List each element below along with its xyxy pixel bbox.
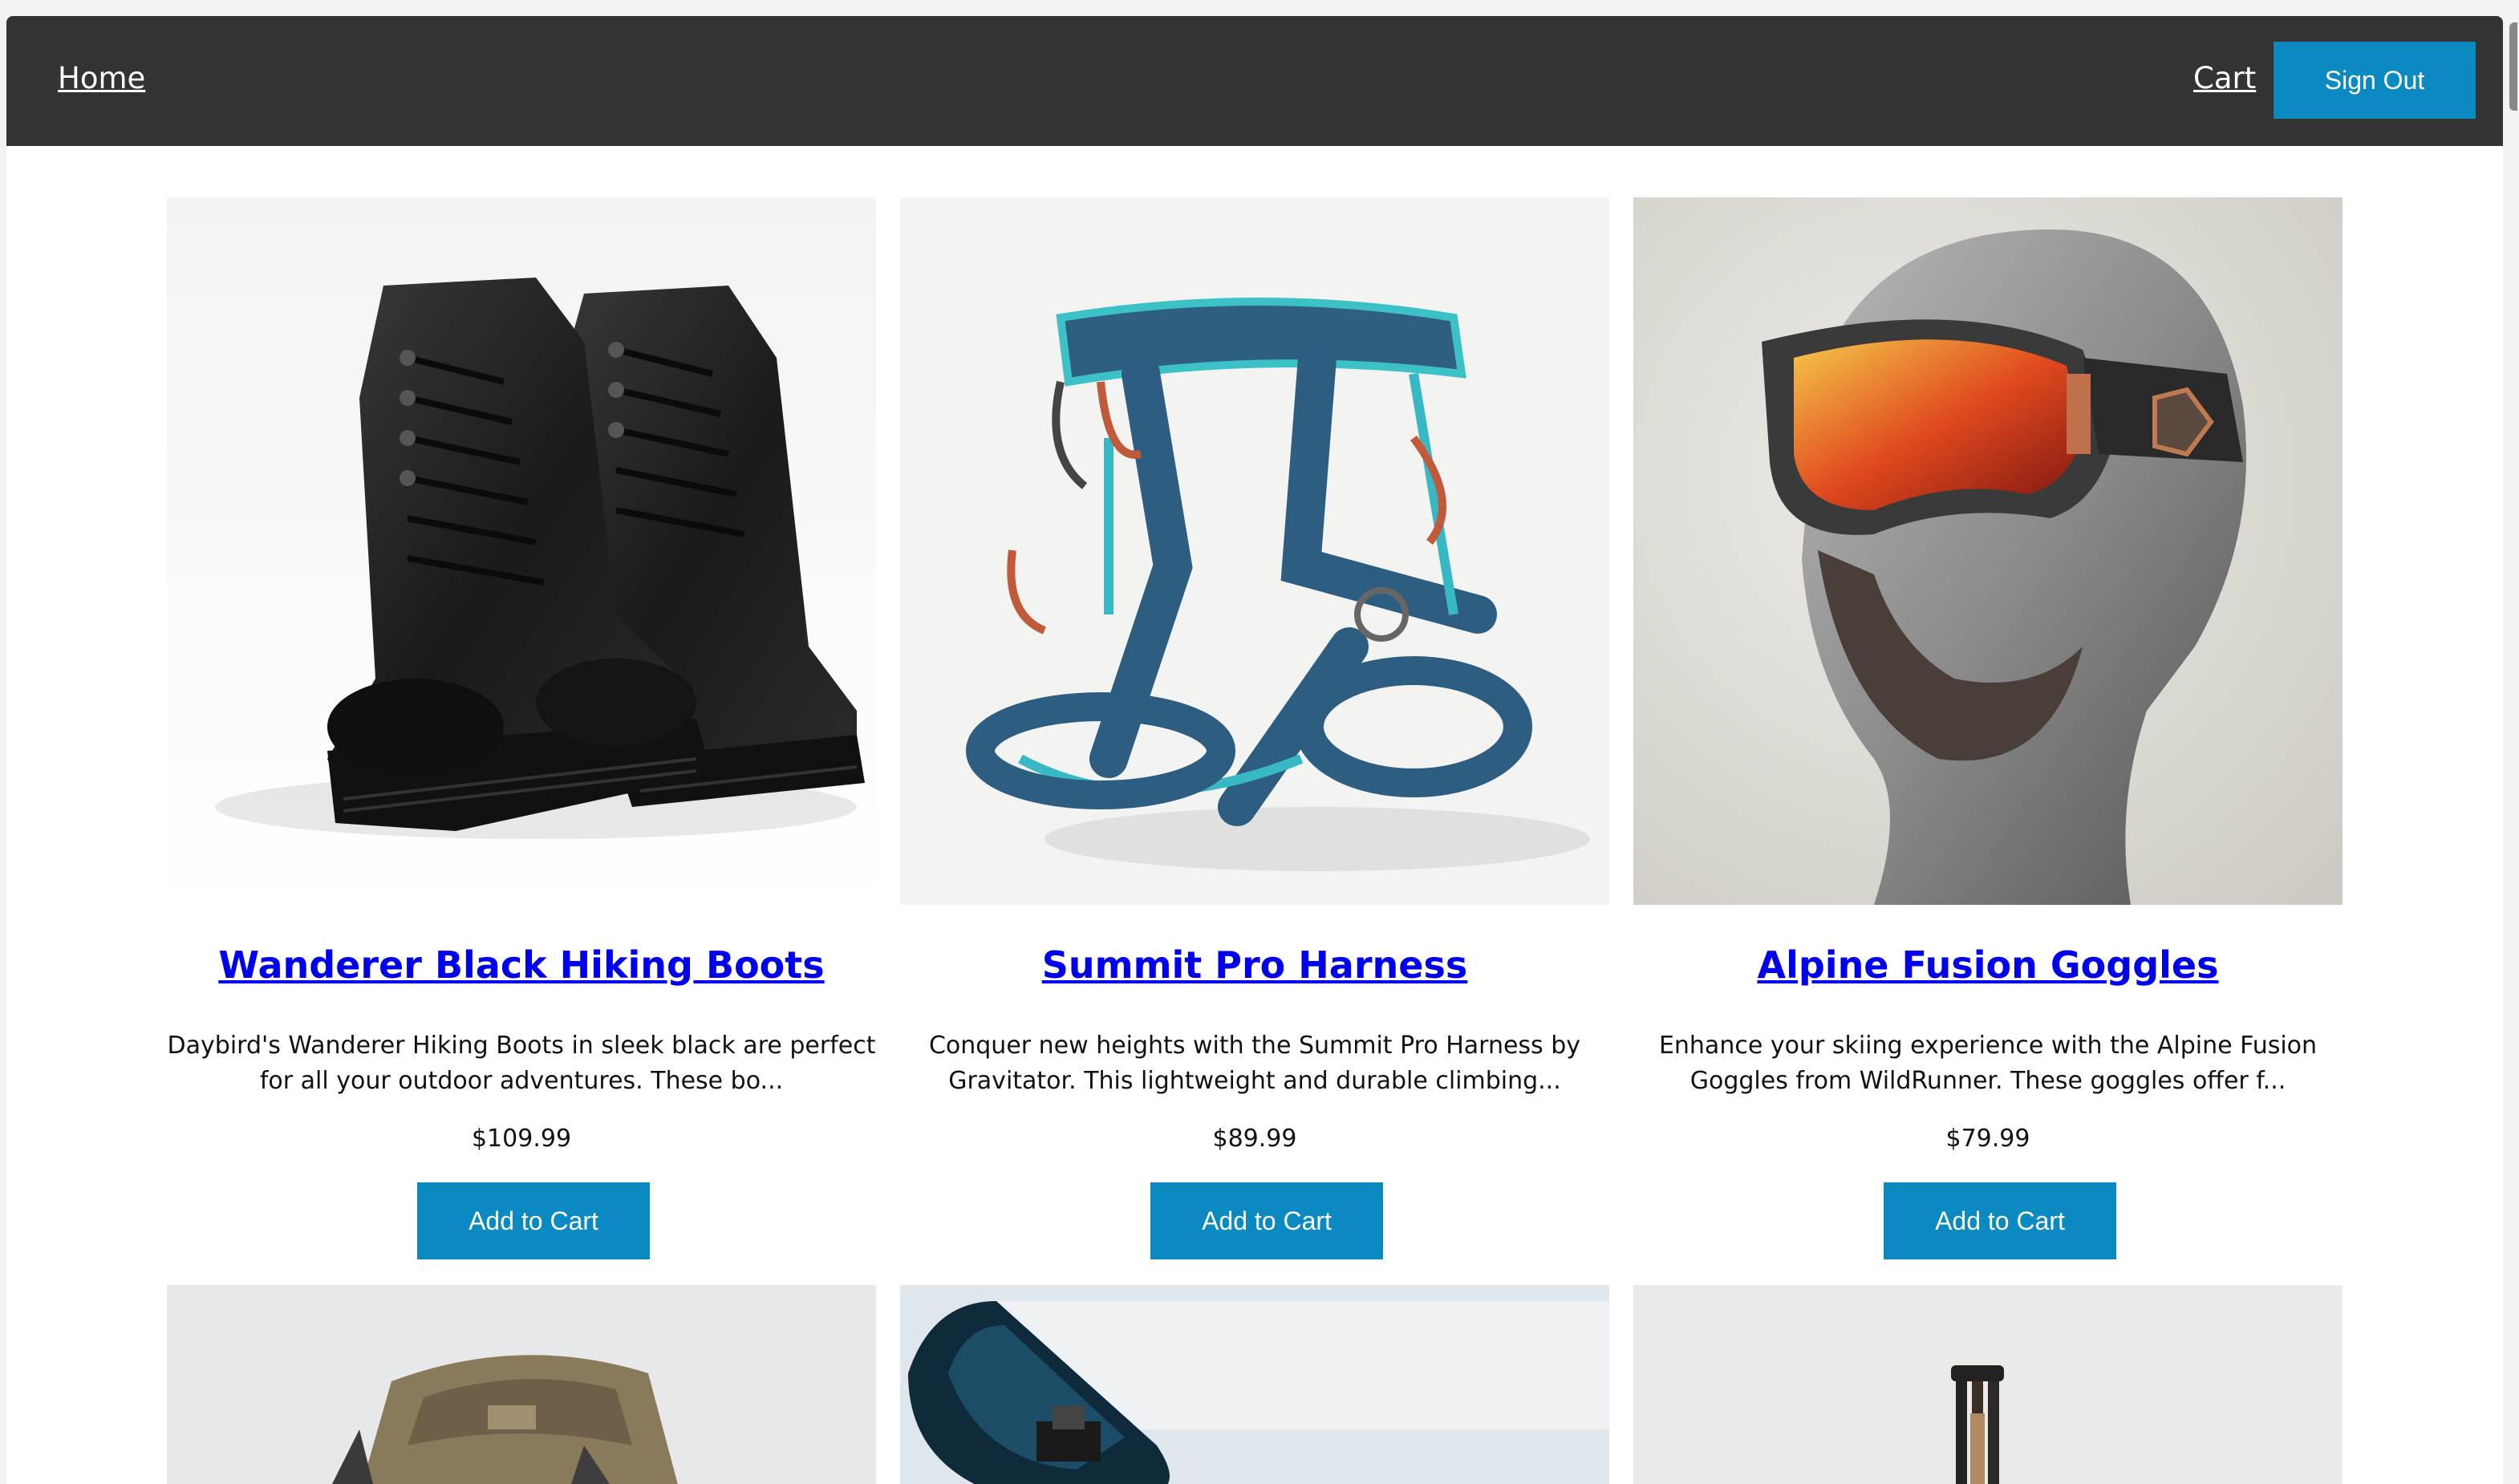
cart-link[interactable]: Cart [2193, 61, 2256, 95]
trekking-poles-photo[interactable] [1633, 1285, 2343, 1484]
product-price: $89.99 [1212, 1125, 1297, 1153]
scrollbar-track[interactable] [2509, 16, 2519, 1484]
hiking-boots-photo[interactable] [167, 197, 876, 905]
product-price: $109.99 [471, 1125, 572, 1153]
page: Home Cart Sign Out Wanderer Black Hiking… [6, 16, 2503, 1484]
climbing-harness-photo[interactable] [900, 197, 1609, 905]
product-title-link[interactable]: Summit Pro Harness [900, 943, 1609, 987]
product-title-link[interactable]: Alpine Fusion Goggles [1633, 943, 2343, 987]
product-description: Conquer new heights with the Summit Pro … [928, 1032, 1581, 1095]
sign-out-button[interactable]: Sign Out [2274, 42, 2476, 119]
ski-goggles-photo[interactable] [1633, 197, 2343, 905]
product-title-link[interactable]: Wanderer Black Hiking Boots [167, 943, 876, 987]
top-navbar: Home Cart Sign Out [6, 16, 2503, 146]
add-to-cart-button[interactable]: Add to Cart [1150, 1182, 1383, 1259]
add-to-cart-button[interactable]: Add to Cart [1884, 1182, 2116, 1259]
product-description: Daybird's Wanderer Hiking Boots in sleek… [167, 1032, 876, 1095]
add-to-cart-button[interactable]: Add to Cart [417, 1182, 650, 1259]
backpack-photo[interactable] [167, 1285, 876, 1484]
product-description: Enhance your skiing experience with the … [1658, 1032, 2318, 1095]
scrollbar-thumb[interactable] [2509, 22, 2517, 111]
snowboard-photo[interactable] [900, 1285, 1609, 1484]
home-link[interactable]: Home [58, 61, 145, 95]
product-price: $79.99 [1945, 1125, 2030, 1153]
